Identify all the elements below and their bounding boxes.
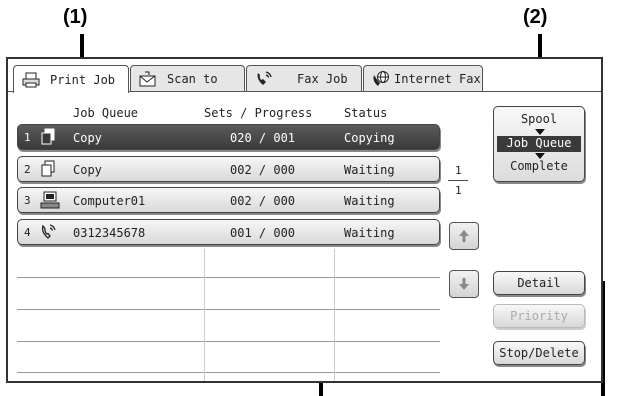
detail-button[interactable]: Detail [493, 271, 585, 295]
job-status: Copying [344, 131, 395, 145]
job-name: Computer01 [73, 194, 146, 208]
job-name: Copy [73, 131, 102, 145]
job-status: Waiting [344, 163, 395, 177]
job-row-4[interactable]: 4 0312345678 001 / 000 Waiting [17, 219, 440, 245]
stop-delete-button[interactable]: Stop/Delete [493, 341, 585, 365]
scan-icon [137, 69, 159, 89]
copy-icon [40, 128, 58, 149]
scroll-up-button[interactable] [449, 222, 479, 250]
empty-row-line [17, 309, 440, 310]
phone-icon [40, 223, 58, 244]
scroll-down-button[interactable] [449, 270, 479, 298]
printer-icon [20, 70, 42, 90]
empty-row-line [17, 341, 440, 342]
tab-print-job-label: Print Job [50, 72, 116, 87]
job-progress: 001 / 000 [230, 226, 296, 240]
column-divider [334, 249, 335, 381]
job-number: 3 [24, 194, 31, 207]
tab-fax-job[interactable]: Fax Job [246, 65, 362, 91]
priority-button[interactable]: Priority [493, 304, 585, 328]
selector-spool[interactable]: Spool [494, 112, 584, 126]
fax-phone-icon [253, 69, 275, 89]
tab-internet-fax[interactable]: Internet Fax [363, 65, 483, 91]
tab-fax-job-label: Fax Job [297, 71, 348, 86]
job-progress: 002 / 000 [230, 163, 296, 177]
empty-row-line [17, 372, 440, 373]
down-arrow-icon [535, 129, 545, 135]
tab-scan-to-label: Scan to [167, 71, 218, 86]
empty-row-line [17, 277, 440, 278]
job-status-screen: Print Job Scan to Fax Job Internet Fax J… [6, 57, 603, 383]
job-list-selector[interactable]: Spool Job Queue Complete [493, 106, 585, 182]
col-header-sets-progress: Sets / Progress [204, 106, 313, 120]
job-number: 1 [24, 131, 31, 144]
col-header-status: Status [344, 106, 388, 120]
page-total: 1 [455, 184, 462, 197]
tab-print-job[interactable]: Print Job [13, 65, 129, 93]
job-progress: 020 / 001 [230, 131, 296, 145]
tab-internet-fax-label: Internet Fax [394, 71, 481, 86]
globe-phone-icon [370, 69, 392, 89]
arrow-down-icon [459, 278, 469, 290]
job-number: 2 [24, 163, 31, 176]
job-status: Waiting [344, 226, 395, 240]
copy-icon [40, 160, 58, 181]
computer-icon [40, 191, 60, 212]
job-name: Copy [73, 163, 102, 177]
selector-job-queue[interactable]: Job Queue [497, 136, 581, 152]
job-progress: 002 / 000 [230, 194, 296, 208]
page-divider [448, 180, 468, 181]
callout-1: (1) [63, 6, 88, 28]
callout-2: (2) [523, 6, 548, 28]
selector-complete[interactable]: Complete [494, 159, 584, 173]
job-row-3[interactable]: 3 Computer01 002 / 000 Waiting [17, 187, 440, 213]
job-row-2[interactable]: 2 Copy 002 / 000 Waiting [17, 156, 440, 182]
job-number: 4 [24, 226, 31, 239]
job-status: Waiting [344, 194, 395, 208]
tab-scan-to[interactable]: Scan to [130, 65, 245, 91]
page-current: 1 [455, 164, 462, 177]
arrow-up-icon [459, 230, 469, 242]
column-divider [204, 249, 205, 381]
job-row-1[interactable]: 1 Copy 020 / 001 Copying [17, 124, 440, 150]
col-header-job-queue: Job Queue [73, 106, 139, 120]
job-name: 0312345678 [73, 226, 146, 240]
